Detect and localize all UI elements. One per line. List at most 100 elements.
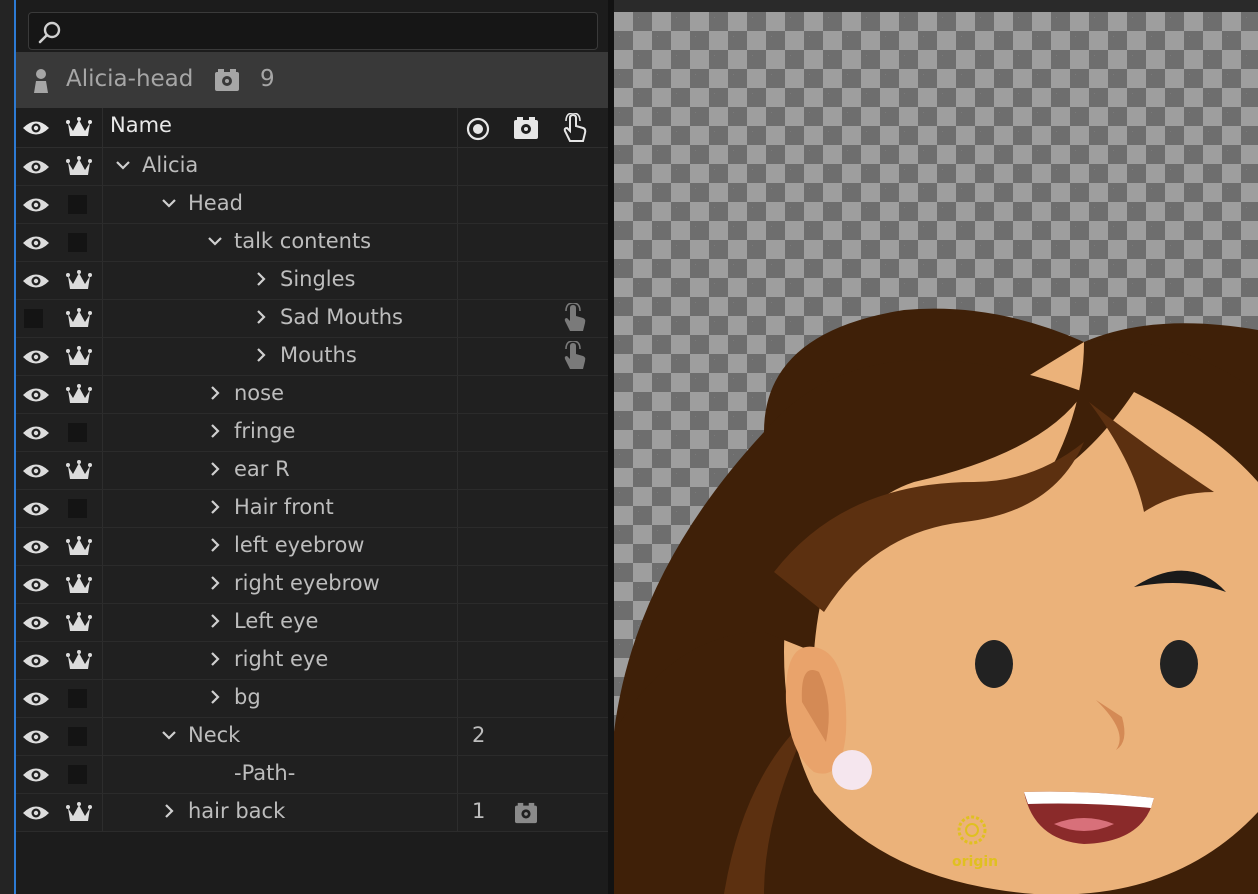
visibility-eye-icon[interactable] <box>22 538 50 560</box>
layer-row[interactable]: bg <box>16 680 608 718</box>
visibility-eye-icon[interactable] <box>22 119 50 137</box>
layer-row[interactable]: talk contents <box>16 224 608 262</box>
chevron-right-icon[interactable] <box>206 460 224 482</box>
chevron-right-icon[interactable] <box>206 384 224 406</box>
chevron-right-icon[interactable] <box>206 422 224 444</box>
crown-toggle-off[interactable] <box>68 195 87 214</box>
layer-name[interactable]: hair back <box>188 799 285 823</box>
layer-row[interactable]: Hair front <box>16 490 608 528</box>
crown-icon[interactable] <box>66 611 92 639</box>
layer-row[interactable]: right eye <box>16 642 608 680</box>
layer-name[interactable]: left eyebrow <box>234 533 364 557</box>
layer-row[interactable]: left eyebrow <box>16 528 608 566</box>
chevron-down-icon[interactable] <box>160 726 178 748</box>
layer-name[interactable]: Neck <box>188 723 240 747</box>
chevron-right-icon[interactable] <box>206 498 224 520</box>
chevron-right-icon[interactable] <box>206 650 224 672</box>
crown-icon[interactable] <box>66 573 92 601</box>
layer-row[interactable]: ear R <box>16 452 608 490</box>
layer-name[interactable]: Alicia <box>142 153 198 177</box>
crown-icon[interactable] <box>66 345 92 373</box>
visibility-eye-icon[interactable] <box>22 272 50 294</box>
crown-icon[interactable] <box>66 649 92 677</box>
layer-row[interactable]: right eyebrow <box>16 566 608 604</box>
layer-row[interactable]: fringe <box>16 414 608 452</box>
search-input[interactable] <box>28 12 598 50</box>
visibility-toggle-off[interactable] <box>24 309 43 328</box>
layer-name[interactable]: Sad Mouths <box>280 305 403 329</box>
visibility-eye-icon[interactable] <box>22 766 50 788</box>
chevron-right-icon[interactable] <box>252 270 270 292</box>
handle-touch-icon[interactable] <box>561 113 587 143</box>
crown-toggle-off[interactable] <box>68 499 87 518</box>
layer-name[interactable]: nose <box>234 381 284 405</box>
visibility-eye-icon[interactable] <box>22 614 50 636</box>
chevron-right-icon[interactable] <box>252 308 270 330</box>
visibility-eye-icon[interactable] <box>22 386 50 408</box>
layer-row[interactable]: Mouths <box>16 338 608 376</box>
chevron-right-icon[interactable] <box>206 612 224 634</box>
layer-name[interactable]: fringe <box>234 419 295 443</box>
layer-name[interactable]: right eyebrow <box>234 571 380 595</box>
crown-toggle-off[interactable] <box>68 689 87 708</box>
layer-row[interactable]: Head <box>16 186 608 224</box>
layer-name[interactable]: -Path- <box>234 761 295 785</box>
layer-row[interactable]: Neck 2 <box>16 718 608 756</box>
layer-row[interactable]: -Path- <box>16 756 608 794</box>
crown-toggle-off[interactable] <box>68 727 87 746</box>
crown-toggle-off[interactable] <box>68 233 87 252</box>
layer-name[interactable]: Left eye <box>234 609 318 633</box>
layer-row[interactable]: Sad Mouths <box>16 300 608 338</box>
layer-row[interactable]: Singles <box>16 262 608 300</box>
crown-icon[interactable] <box>66 155 92 183</box>
puppet-person-icon <box>34 69 48 93</box>
layer-name[interactable]: ear R <box>234 457 290 481</box>
visibility-eye-icon[interactable] <box>22 462 50 484</box>
chevron-right-icon[interactable] <box>206 536 224 558</box>
visibility-eye-icon[interactable] <box>22 234 50 256</box>
layer-row[interactable]: Left eye <box>16 604 608 642</box>
visibility-eye-icon[interactable] <box>22 804 50 826</box>
chevron-right-icon[interactable] <box>206 574 224 596</box>
chevron-right-icon[interactable] <box>160 802 178 824</box>
layer-name[interactable]: bg <box>234 685 261 709</box>
crown-icon[interactable] <box>66 535 92 563</box>
chevron-down-icon[interactable] <box>160 194 178 216</box>
layer-name[interactable]: Singles <box>280 267 356 291</box>
visibility-eye-icon[interactable] <box>22 158 50 180</box>
handle-touch-icon[interactable] <box>561 340 587 375</box>
crown-toggle-off[interactable] <box>68 423 87 442</box>
visibility-eye-icon[interactable] <box>22 728 50 750</box>
crown-icon[interactable] <box>66 459 92 487</box>
visibility-eye-icon[interactable] <box>22 196 50 218</box>
visibility-eye-icon[interactable] <box>22 424 50 446</box>
crown-icon[interactable] <box>66 307 92 335</box>
target-icon[interactable] <box>466 117 490 141</box>
crown-icon[interactable] <box>66 116 92 140</box>
scene-canvas[interactable] <box>614 12 1258 894</box>
layer-row[interactable]: hair back 1 <box>16 794 608 832</box>
handle-touch-icon[interactable] <box>561 302 587 337</box>
crown-toggle-off[interactable] <box>68 765 87 784</box>
layer-row[interactable]: Alicia <box>16 148 608 186</box>
crown-icon[interactable] <box>66 801 92 829</box>
layer-row[interactable]: nose <box>16 376 608 414</box>
layer-name[interactable]: talk contents <box>234 229 371 253</box>
layer-name[interactable]: Hair front <box>234 495 334 519</box>
visibility-eye-icon[interactable] <box>22 348 50 370</box>
chevron-down-icon[interactable] <box>206 232 224 254</box>
puppet-column-icon[interactable] <box>513 116 539 140</box>
layer-name[interactable]: right eye <box>234 647 328 671</box>
crown-icon[interactable] <box>66 269 92 297</box>
visibility-eye-icon[interactable] <box>22 576 50 598</box>
layer-name[interactable]: Head <box>188 191 243 215</box>
visibility-eye-icon[interactable] <box>22 500 50 522</box>
column-header-name[interactable]: Name <box>110 113 172 137</box>
visibility-eye-icon[interactable] <box>22 652 50 674</box>
crown-icon[interactable] <box>66 383 92 411</box>
chevron-right-icon[interactable] <box>252 346 270 368</box>
layer-name[interactable]: Mouths <box>280 343 357 367</box>
chevron-right-icon[interactable] <box>206 688 224 710</box>
visibility-eye-icon[interactable] <box>22 690 50 712</box>
chevron-down-icon[interactable] <box>114 156 132 178</box>
